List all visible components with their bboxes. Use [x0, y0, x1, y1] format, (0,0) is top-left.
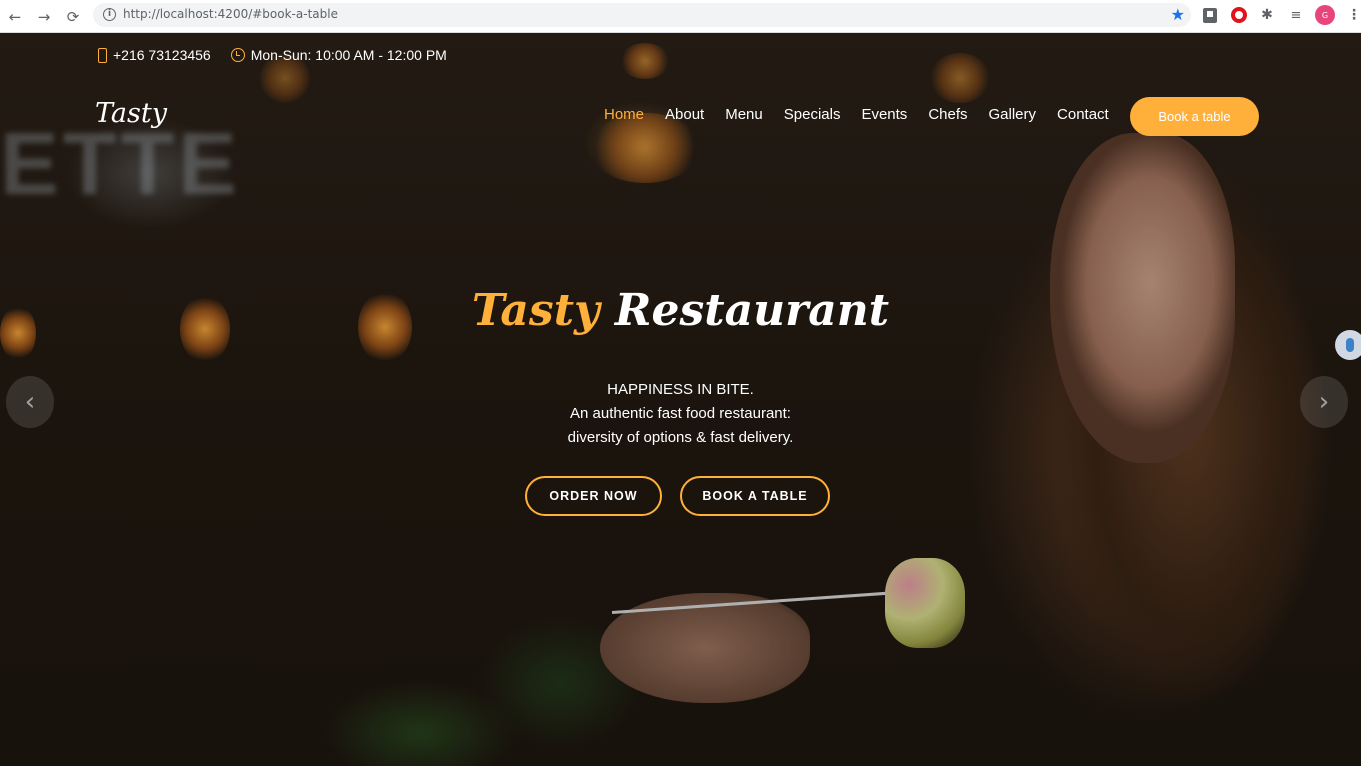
- nav-gallery[interactable]: Gallery: [989, 106, 1037, 123]
- bookmark-star-icon[interactable]: ★: [1171, 5, 1185, 24]
- bokeh-light: [930, 53, 990, 103]
- browser-menu-icon[interactable]: ⋮: [1344, 5, 1361, 25]
- nav-menu[interactable]: Menu: [725, 106, 763, 123]
- address-bar[interactable]: i http://localhost:4200/#book-a-table ★: [93, 3, 1191, 27]
- media-control-icon[interactable]: ≡: [1286, 5, 1306, 25]
- carousel-next-icon[interactable]: ›: [1300, 376, 1348, 428]
- book-a-table-button[interactable]: BOOK A TABLE: [680, 476, 830, 516]
- hero-title: Tasty Restaurant: [0, 285, 1361, 336]
- forward-icon[interactable]: →: [33, 6, 55, 28]
- bokeh-light: [590, 113, 700, 183]
- carousel-prev-icon[interactable]: ‹: [6, 376, 54, 428]
- order-now-button[interactable]: ORDER NOW: [525, 476, 662, 516]
- hero-description: HAPPINESS IN BITE. An authentic fast foo…: [0, 378, 1361, 450]
- bokeh-light: [620, 43, 670, 79]
- hero-line-1: An authentic fast food restaurant:: [570, 405, 791, 422]
- clock-icon: [230, 48, 245, 62]
- nav-home[interactable]: Home: [604, 106, 644, 123]
- hero-title-accent: Tasty: [471, 285, 600, 336]
- browser-toolbar: ← → ⟳ i http://localhost:4200/#book-a-ta…: [0, 0, 1361, 33]
- hours-info: Mon-Sun: 10:00 AM - 12:00 PM: [230, 47, 447, 63]
- nav-events[interactable]: Events: [861, 106, 907, 123]
- profile-avatar[interactable]: G: [1315, 5, 1335, 25]
- nav-specials[interactable]: Specials: [784, 106, 841, 123]
- food-on-fork: [885, 558, 965, 648]
- site-logo[interactable]: Tasty: [95, 98, 167, 129]
- phone-info: +216 73123456: [98, 47, 211, 63]
- main-nav: Home About Menu Specials Events Chefs Ga…: [604, 106, 1130, 123]
- phone-number: +216 73123456: [113, 47, 211, 63]
- hand: [600, 593, 810, 703]
- nav-chefs[interactable]: Chefs: [928, 106, 967, 123]
- microphone-icon[interactable]: [1335, 330, 1361, 360]
- nav-contact[interactable]: Contact: [1057, 106, 1109, 123]
- url-text[interactable]: http://localhost:4200/#book-a-table: [123, 7, 338, 21]
- reload-icon[interactable]: ⟳: [62, 6, 84, 28]
- back-icon[interactable]: ←: [4, 6, 26, 28]
- extensions-puzzle-icon[interactable]: ✱: [1257, 5, 1277, 25]
- hero-title-rest: Restaurant: [614, 285, 890, 336]
- book-a-table-header-button[interactable]: Book a table: [1130, 97, 1259, 136]
- hero-line-2: diversity of options & fast delivery.: [567, 429, 794, 446]
- phone-icon: [98, 47, 107, 63]
- opening-hours: Mon-Sun: 10:00 AM - 12:00 PM: [250, 47, 447, 63]
- hero-tagline: HAPPINESS IN BITE.: [607, 381, 754, 398]
- opera-extension-icon[interactable]: [1229, 5, 1249, 25]
- nav-about[interactable]: About: [665, 106, 704, 123]
- background-sign: ETTE: [0, 114, 241, 213]
- info-icon[interactable]: i: [103, 8, 116, 21]
- contact-topbar: +216 73123456 Mon-Sun: 10:00 AM - 12:00 …: [98, 47, 447, 63]
- fork: [611, 590, 912, 614]
- save-extension-icon[interactable]: [1200, 5, 1220, 25]
